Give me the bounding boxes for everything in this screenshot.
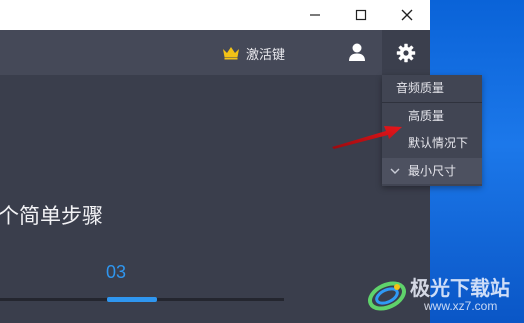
crown-icon: [223, 47, 239, 60]
activate-key-label: 激活键: [246, 47, 286, 63]
menu-item-label: 默认情况下: [408, 136, 469, 150]
activate-key-button[interactable]: 激活键: [222, 43, 285, 63]
minimize-icon: [310, 14, 320, 16]
close-button[interactable]: [384, 0, 430, 30]
settings-button[interactable]: [382, 30, 430, 75]
watermark: 极光下载站 www.xz7.com: [366, 268, 524, 323]
user-account-button[interactable]: [345, 40, 369, 64]
title-bar: [0, 0, 430, 30]
gear-icon: [396, 43, 416, 62]
red-arrow-annotation: [332, 126, 402, 149]
close-icon: [401, 9, 413, 21]
progress-active-segment: [107, 297, 157, 302]
maximize-button[interactable]: [338, 0, 384, 30]
menu-item-label: 高质量: [408, 109, 445, 123]
chevron-down-icon: [388, 158, 402, 184]
maximize-icon: [355, 9, 367, 21]
step-number: 03: [106, 262, 127, 282]
menu-header: 音频质量: [396, 81, 445, 95]
watermark-logo: [368, 281, 406, 311]
page-title: 个简单步骤: [0, 204, 103, 228]
watermark-url: www.xz7.com: [424, 299, 498, 313]
user-icon: [349, 43, 365, 61]
menu-item-label: 最小尺寸: [408, 164, 457, 178]
minimize-button[interactable]: [292, 0, 338, 30]
watermark-brand: 极光下载站: [410, 276, 510, 300]
menu-item-min-size[interactable]: 最小尺寸: [382, 158, 482, 184]
